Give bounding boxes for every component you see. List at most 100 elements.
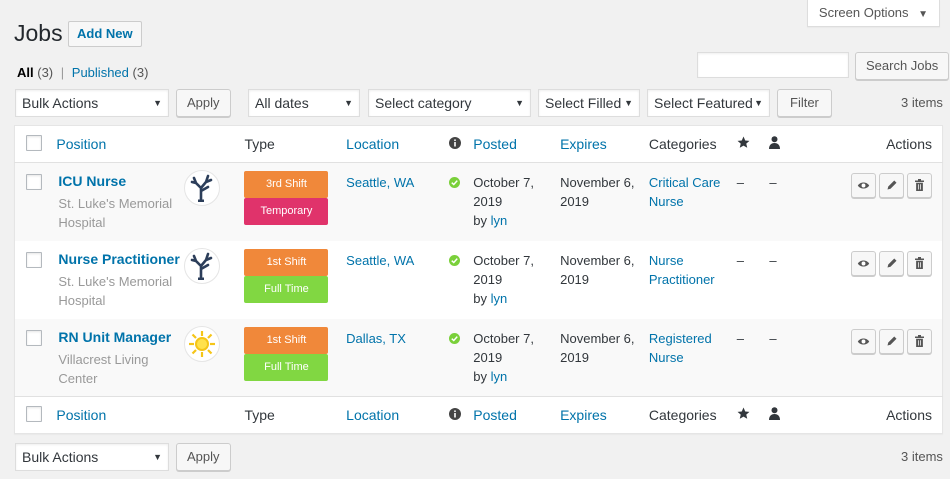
location-link[interactable]: Dallas, TX	[346, 329, 449, 348]
filled-value: –	[769, 175, 777, 190]
apply-button-bottom[interactable]: Apply	[176, 443, 231, 471]
search-jobs-button[interactable]: Search Jobs	[855, 52, 950, 80]
job-title-link[interactable]: RN Unit Manager	[58, 329, 179, 345]
expires-date: November 6, 2019	[560, 252, 635, 287]
view-all-link[interactable]: All	[17, 65, 34, 80]
type-badge: 1st Shift	[244, 248, 329, 276]
type-badge: 3rd Shift	[244, 171, 329, 198]
delete-button[interactable]	[907, 250, 932, 276]
column-type: Type	[244, 407, 275, 423]
chevron-down-icon: ▼	[153, 452, 162, 462]
column-posted[interactable]: Posted	[473, 136, 517, 152]
author-link[interactable]: lyn	[491, 291, 508, 306]
add-new-button[interactable]: Add New	[68, 21, 142, 47]
filled-value: –	[769, 330, 777, 346]
row-checkbox[interactable]	[26, 329, 42, 346]
column-location[interactable]: Location	[346, 407, 399, 423]
dates-select[interactable]: All dates ▼	[248, 89, 360, 117]
trash-icon	[915, 256, 924, 269]
expires-date: November 6, 2019	[560, 330, 635, 365]
filled-select[interactable]: Select Filled ▼	[538, 89, 640, 117]
table-row: Nurse Practitioner St. Luke's Memorial H…	[15, 241, 943, 319]
job-title-link[interactable]: ICU Nurse	[58, 173, 179, 189]
status-views: All (3) | Published (3)	[17, 65, 148, 80]
job-title-link[interactable]: Nurse Practitioner	[58, 251, 179, 267]
filter-button[interactable]: Filter	[777, 89, 832, 117]
select-all-checkbox[interactable]	[26, 134, 42, 151]
featured-value: –	[736, 252, 744, 268]
jobs-table: Position Type Location Posted Expires Ca…	[14, 125, 943, 434]
row-checkbox[interactable]	[26, 251, 42, 268]
check-circle-icon	[449, 332, 461, 347]
eye-icon	[857, 182, 870, 189]
bulk-actions-select[interactable]: Bulk Actions ▼	[15, 89, 169, 117]
row-checkbox[interactable]	[26, 174, 42, 190]
view-button[interactable]	[851, 173, 876, 198]
delete-button[interactable]	[907, 173, 932, 198]
trash-icon	[915, 179, 924, 191]
posted-date: October 7, 2019	[473, 175, 534, 209]
bulk-actions-select-bottom[interactable]: Bulk Actions ▼	[15, 443, 169, 471]
edit-button[interactable]	[879, 250, 904, 276]
table-row: RN Unit Manager Villacrest Living Center	[14, 318, 943, 397]
category-link[interactable]: Nurse Practitioner	[649, 251, 724, 289]
featured-value: –	[736, 330, 744, 346]
location-link[interactable]: Seattle, WA	[346, 251, 449, 270]
apply-button[interactable]: Apply	[176, 89, 231, 117]
check-circle-icon	[449, 254, 461, 269]
tree-logo-icon	[183, 247, 220, 284]
chevron-down-icon: ▼	[344, 98, 353, 108]
posted-date: October 7, 2019	[473, 330, 534, 365]
user-icon	[769, 407, 781, 423]
user-icon	[769, 136, 781, 152]
info-icon	[449, 407, 462, 423]
select-all-checkbox-footer[interactable]	[26, 405, 42, 422]
type-badge: 1st Shift	[244, 326, 329, 354]
trash-icon	[915, 334, 924, 347]
view-all-count: (3)	[37, 65, 54, 80]
sun-logo-icon	[183, 325, 220, 362]
search-input[interactable]	[697, 52, 849, 78]
column-categories: Categories	[648, 136, 717, 152]
column-posted[interactable]: Posted	[473, 407, 517, 423]
category-select[interactable]: Select category ▼	[368, 89, 531, 117]
location-link[interactable]: Seattle, WA	[346, 173, 449, 192]
type-badge: Full Time	[244, 353, 329, 381]
column-expires[interactable]: Expires	[560, 407, 607, 423]
items-count-bottom: 3 items	[901, 449, 943, 464]
eye-icon	[857, 259, 870, 267]
screen-options-button[interactable]: Screen Options ▼	[807, 0, 940, 27]
view-button[interactable]	[851, 250, 876, 276]
company-name: Villacrest Living Center	[58, 351, 149, 386]
column-expires[interactable]: Expires	[560, 136, 607, 152]
author-link[interactable]: lyn	[491, 213, 508, 228]
table-row: ICU Nurse St. Luke's Memorial Hospital 3…	[14, 162, 943, 241]
column-location[interactable]: Location	[346, 136, 399, 152]
category-link[interactable]: Critical Care Nurse	[649, 173, 724, 211]
featured-select[interactable]: Select Featured ▼	[647, 89, 770, 117]
company-name: St. Luke's Memorial Hospital	[58, 273, 173, 308]
delete-button[interactable]	[907, 328, 932, 354]
column-position[interactable]: Position	[56, 136, 106, 152]
category-link[interactable]: Registered Nurse	[649, 329, 724, 367]
column-categories: Categories	[648, 407, 717, 423]
column-position[interactable]: Position	[56, 407, 106, 423]
featured-value: –	[736, 175, 744, 190]
pencil-icon	[887, 336, 896, 345]
star-icon	[737, 407, 750, 423]
chevron-down-icon: ▼	[918, 9, 929, 20]
table-header-row: Position Type Location Posted Expires Ca…	[14, 126, 943, 163]
pencil-icon	[887, 258, 896, 267]
view-button[interactable]	[851, 328, 876, 354]
expires-date: November 6, 2019	[560, 175, 635, 209]
eye-icon	[857, 337, 870, 345]
check-circle-icon	[449, 176, 461, 191]
edit-button[interactable]	[879, 328, 904, 354]
posted-date: October 7, 2019	[473, 252, 534, 287]
posted-by: by lyn	[473, 213, 508, 228]
table-footer-row: Position Type Location Posted Expires Ca…	[14, 396, 943, 434]
view-published-link[interactable]: Published	[72, 65, 129, 80]
author-link[interactable]: lyn	[491, 369, 508, 384]
edit-button[interactable]	[879, 173, 904, 198]
screen-options-label: Screen Options	[818, 5, 909, 20]
